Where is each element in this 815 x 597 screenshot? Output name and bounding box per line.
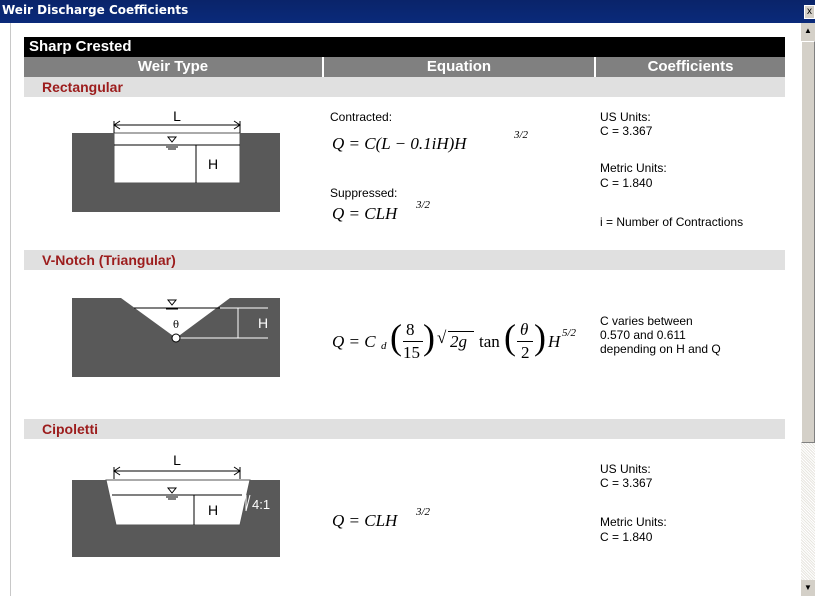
eq-suppressed-exp: 3/2: [416, 199, 431, 211]
cipoletti-row: L H 4:1 Q = CLH 3/2 US Units: C = 3.367 …: [24, 439, 785, 592]
col-weir-type: Weir Type: [24, 57, 324, 77]
eq-suppressed-label: Suppressed:: [330, 186, 398, 200]
title-bar: Weir Discharge Coefficients x: [0, 0, 815, 23]
label-L: L: [173, 108, 181, 124]
eq-contracted-label: Contracted:: [330, 110, 393, 124]
coef-text: US Units:: [600, 110, 651, 124]
label-H: H: [208, 156, 218, 172]
col-coefficients: Coefficients: [647, 58, 734, 75]
col-equation: Equation: [324, 57, 596, 77]
weir-table: Sharp Crested Weir Type Equation Coeffic…: [24, 37, 785, 592]
coef-text: C = 3.367: [600, 476, 653, 490]
v-notch-diagram: θ H: [24, 270, 324, 419]
eq-sqrt: 2g: [450, 332, 467, 351]
eq-cipoletti: Q = CLH: [332, 511, 398, 530]
eq-contracted-exp: 3/2: [514, 129, 529, 141]
rectangular-equations: Contracted: Q = C(L − 0.1iH)H 3/2 Suppre…: [324, 97, 596, 250]
eq-tan: tan: [479, 332, 500, 351]
coef-text: C = 1.840: [600, 176, 653, 190]
rectangular-row: L H Contracted: Q = C(L − 0.1iH)H 3/2 Su…: [24, 97, 785, 250]
table-header: Sharp Crested: [24, 37, 785, 57]
label-H: H: [208, 502, 218, 518]
eq-sub: d: [381, 340, 387, 352]
coef-text: C = 1.840: [600, 530, 653, 544]
coef-text: Metric Units:: [600, 515, 667, 529]
eq-h: H: [548, 332, 561, 351]
eq-contracted: Q = C(L − 0.1iH)H: [332, 134, 467, 153]
label-H: H: [258, 315, 268, 331]
v-notch-row: θ H Q = C d ( 8 15 ) √ 2g tan ( θ 2 ) H …: [24, 270, 785, 419]
rectangular-weir-icon: L H: [72, 108, 280, 212]
eq-q: Q = C: [332, 332, 376, 351]
window-title: Weir Discharge Coefficients: [2, 3, 189, 17]
v-notch-equation: Q = C d ( 8 15 ) √ 2g tan ( θ 2 ) H 5/2: [332, 317, 577, 362]
rectangular-coefficients: US Units: C = 3.367 Metric Units: C = 1.…: [596, 97, 785, 250]
label-theta: θ: [173, 320, 179, 331]
eq-exp: 5/2: [562, 327, 577, 339]
scroll-up-icon[interactable]: ▲: [801, 23, 815, 39]
scroll-down-icon[interactable]: ▼: [801, 580, 815, 596]
column-headers: Weir Type Equation Coefficients: [24, 57, 785, 77]
v-notch-coefficients: C varies between 0.570 and 0.611 dependi…: [596, 270, 785, 419]
left-border: [0, 23, 11, 596]
cipoletti-coefficients: US Units: C = 3.367 Metric Units: C = 1.…: [596, 439, 785, 592]
cipoletti-equation: Q = CLH 3/2: [324, 439, 596, 592]
label-slope: 4:1: [252, 497, 270, 512]
eq-suppressed: Q = CLH: [332, 204, 398, 223]
rectangular-diagram: L H: [24, 97, 324, 250]
coef-text: depending on H and Q: [600, 342, 721, 356]
eq-num: 8: [406, 320, 415, 339]
section-v-notch: V-Notch (Triangular): [24, 250, 785, 270]
cipoletti-weir-icon: L H 4:1: [72, 452, 280, 557]
eq-thden: 2: [521, 343, 530, 362]
section-cipoletti: Cipoletti: [24, 419, 785, 439]
eq-den: 15: [403, 343, 420, 362]
coef-text: C varies between: [600, 314, 693, 328]
scroll-thumb[interactable]: [801, 41, 815, 443]
vertical-scrollbar[interactable]: ▲ ▼: [801, 23, 815, 596]
v-notch-weir-icon: θ H: [72, 298, 280, 377]
eq-cipoletti-exp: 3/2: [416, 506, 431, 518]
cipoletti-diagram: L H 4:1: [24, 439, 324, 592]
coef-text: 0.570 and 0.611: [600, 328, 686, 342]
coef-text: i = Number of Contractions: [600, 215, 744, 229]
section-rectangular: Rectangular: [24, 77, 785, 97]
label-L: L: [173, 452, 181, 468]
coef-text: US Units:: [600, 462, 651, 476]
close-icon[interactable]: x: [804, 5, 815, 19]
coef-text: Metric Units:: [600, 161, 667, 175]
eq-thnum: θ: [520, 320, 529, 339]
coef-text: C = 3.367: [600, 124, 653, 138]
